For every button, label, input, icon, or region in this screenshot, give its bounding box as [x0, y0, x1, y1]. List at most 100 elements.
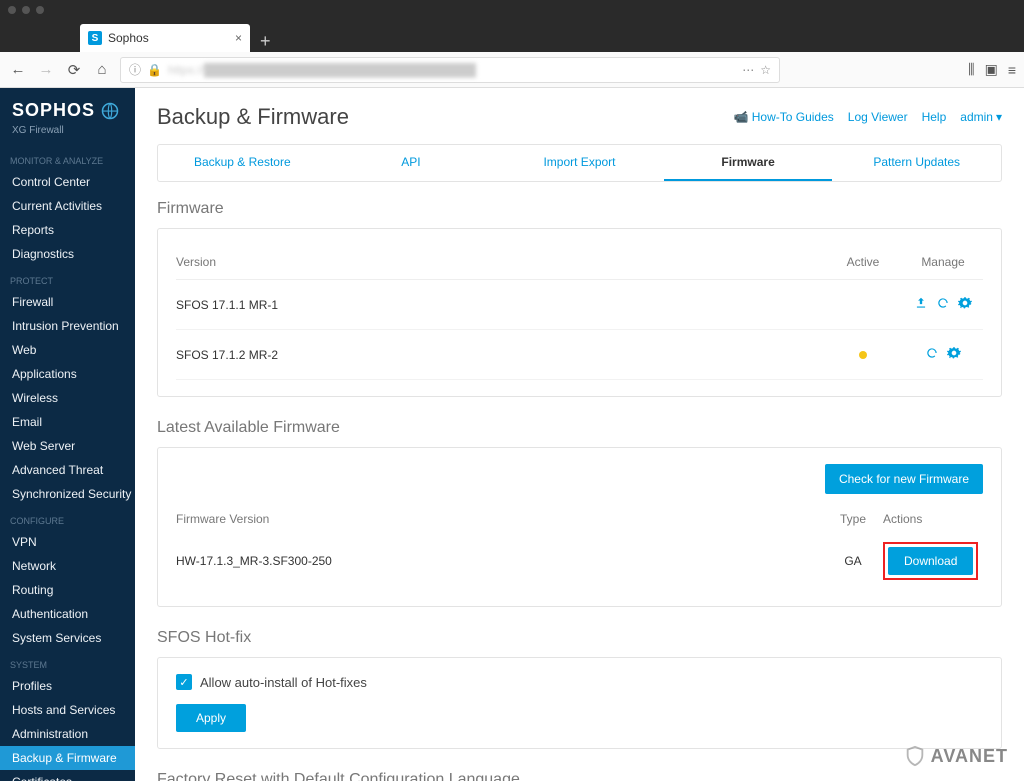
sidebar-item-synchronized-security[interactable]: Synchronized Security — [0, 482, 135, 506]
tab-firmware[interactable]: Firmware — [664, 145, 833, 181]
browser-tab-sophos[interactable]: S Sophos × — [80, 24, 250, 52]
hotfix-apply-button[interactable]: Apply — [176, 704, 246, 732]
nav-section-header: PROTECT — [0, 266, 135, 290]
sidebar-item-authentication[interactable]: Authentication — [0, 602, 135, 626]
help-link[interactable]: Help — [922, 110, 947, 124]
col-actions: Actions — [883, 512, 983, 526]
back-icon[interactable]: ← — [8, 61, 28, 78]
main-content: Backup & Firmware 📹 How-To Guides Log Vi… — [135, 88, 1024, 781]
home-icon[interactable]: ⌂ — [92, 61, 112, 78]
refresh-icon[interactable] — [936, 296, 950, 313]
sidebar: SOPHOS XG Firewall MONITOR & ANALYZECont… — [0, 88, 135, 781]
traffic-dot — [36, 6, 44, 14]
latest-row: HW-17.1.3_MR-3.SF300-250 GA Download — [176, 532, 983, 590]
tab-api[interactable]: API — [327, 145, 496, 181]
section-hotfix-title: SFOS Hot-fix — [157, 629, 1002, 647]
more-icon[interactable]: ⋯ — [742, 63, 754, 77]
browser-nav: ← → ⟳ ⌂ ⓘ 🔒 https://████████████████████… — [0, 52, 1024, 88]
fw-manage — [903, 346, 983, 363]
sidebar-item-control-center[interactable]: Control Center — [0, 170, 135, 194]
page-tabs: Backup & RestoreAPIImport ExportFirmware… — [157, 144, 1002, 182]
library-icon[interactable]: ⫼ — [968, 61, 974, 78]
new-tab-button[interactable]: + — [250, 31, 281, 52]
globe-icon — [101, 102, 119, 120]
sidebar-item-certificates[interactable]: Certificates — [0, 770, 135, 781]
bookmark-icon[interactable]: ☆ — [760, 63, 771, 77]
upload-icon[interactable] — [914, 296, 928, 313]
menu-icon[interactable]: ≡ — [1008, 62, 1016, 78]
tab-title: Sophos — [108, 31, 149, 45]
sidebar-item-reports[interactable]: Reports — [0, 218, 135, 242]
sidebar-item-hosts-and-services[interactable]: Hosts and Services — [0, 698, 135, 722]
fw-manage — [903, 296, 983, 313]
sidebar-item-backup-firmware[interactable]: Backup & Firmware — [0, 746, 135, 770]
close-icon[interactable]: × — [235, 31, 242, 45]
sidebar-item-diagnostics[interactable]: Diagnostics — [0, 242, 135, 266]
hotfix-label: Allow auto-install of Hot-fixes — [200, 675, 367, 690]
col-version: Version — [176, 255, 823, 269]
firmware-row: SFOS 17.1.1 MR-1 — [176, 280, 983, 330]
sidebar-item-email[interactable]: Email — [0, 410, 135, 434]
hotfix-panel: ✓ Allow auto-install of Hot-fixes Apply — [157, 657, 1002, 749]
sidebar-item-firewall[interactable]: Firewall — [0, 290, 135, 314]
nav-section-header: MONITOR & ANALYZE — [0, 146, 135, 170]
check-firmware-button[interactable]: Check for new Firmware — [825, 464, 983, 494]
download-button[interactable]: Download — [888, 547, 973, 575]
nav-section-header: SYSTEM — [0, 650, 135, 674]
brand-sub: XG Firewall — [0, 125, 135, 146]
latest-version: HW-17.1.3_MR-3.SF300-250 — [176, 554, 823, 568]
traffic-dot — [22, 6, 30, 14]
firmware-row: SFOS 17.1.2 MR-2 — [176, 330, 983, 380]
lock-icon: 🔒 — [147, 63, 162, 77]
forward-icon[interactable]: → — [36, 61, 56, 78]
info-icon: ⓘ — [129, 61, 141, 78]
sidebar-item-administration[interactable]: Administration — [0, 722, 135, 746]
sidebar-item-web-server[interactable]: Web Server — [0, 434, 135, 458]
col-type: Type — [823, 512, 883, 526]
url-bar[interactable]: ⓘ 🔒 https://████████████████████████████… — [120, 57, 780, 83]
sidebar-item-network[interactable]: Network — [0, 554, 135, 578]
col-manage: Manage — [903, 255, 983, 269]
nav-section-header: CONFIGURE — [0, 506, 135, 530]
section-reset-title: Factory Reset with Default Configuration… — [157, 771, 1002, 781]
sidebar-item-system-services[interactable]: System Services — [0, 626, 135, 650]
section-latest-title: Latest Available Firmware — [157, 419, 1002, 437]
favicon-icon: S — [88, 31, 102, 45]
fw-active — [823, 348, 903, 362]
hotfix-checkbox[interactable]: ✓ — [176, 674, 192, 690]
shield-icon — [904, 745, 926, 767]
brand-name: SOPHOS — [12, 100, 95, 121]
howto-link[interactable]: 📹 How-To Guides — [733, 110, 833, 124]
fw-version: SFOS 17.1.1 MR-1 — [176, 298, 823, 312]
url-text: https://████████████████████████████████ — [168, 63, 476, 77]
latest-type: GA — [823, 554, 883, 568]
traffic-dot — [8, 6, 16, 14]
sidebar-item-current-activities[interactable]: Current Activities — [0, 194, 135, 218]
watermark: AVANET — [904, 745, 1008, 767]
sidebar-item-routing[interactable]: Routing — [0, 578, 135, 602]
active-dot-icon — [859, 351, 867, 359]
tab-bar: S Sophos × + — [0, 20, 1024, 52]
col-active: Active — [823, 255, 903, 269]
tab-import-export[interactable]: Import Export — [495, 145, 664, 181]
sidebar-item-profiles[interactable]: Profiles — [0, 674, 135, 698]
logviewer-link[interactable]: Log Viewer — [848, 110, 908, 124]
sidebar-item-wireless[interactable]: Wireless — [0, 386, 135, 410]
sidebar-item-vpn[interactable]: VPN — [0, 530, 135, 554]
gear-icon[interactable] — [947, 346, 961, 363]
logo: SOPHOS — [0, 88, 135, 125]
reload-icon[interactable]: ⟳ — [64, 61, 84, 79]
sidebar-item-intrusion-prevention[interactable]: Intrusion Prevention — [0, 314, 135, 338]
download-highlight: Download — [883, 542, 978, 580]
sidebar-item-web[interactable]: Web — [0, 338, 135, 362]
sidebar-icon[interactable]: ▣ — [985, 61, 998, 78]
tab-backup-restore[interactable]: Backup & Restore — [158, 145, 327, 181]
refresh-icon[interactable] — [925, 346, 939, 363]
col-fw-version: Firmware Version — [176, 512, 823, 526]
tab-pattern-updates[interactable]: Pattern Updates — [832, 145, 1001, 181]
gear-icon[interactable] — [958, 296, 972, 313]
admin-menu[interactable]: admin ▾ — [960, 110, 1002, 124]
page-title: Backup & Firmware — [157, 104, 349, 130]
sidebar-item-applications[interactable]: Applications — [0, 362, 135, 386]
sidebar-item-advanced-threat[interactable]: Advanced Threat — [0, 458, 135, 482]
